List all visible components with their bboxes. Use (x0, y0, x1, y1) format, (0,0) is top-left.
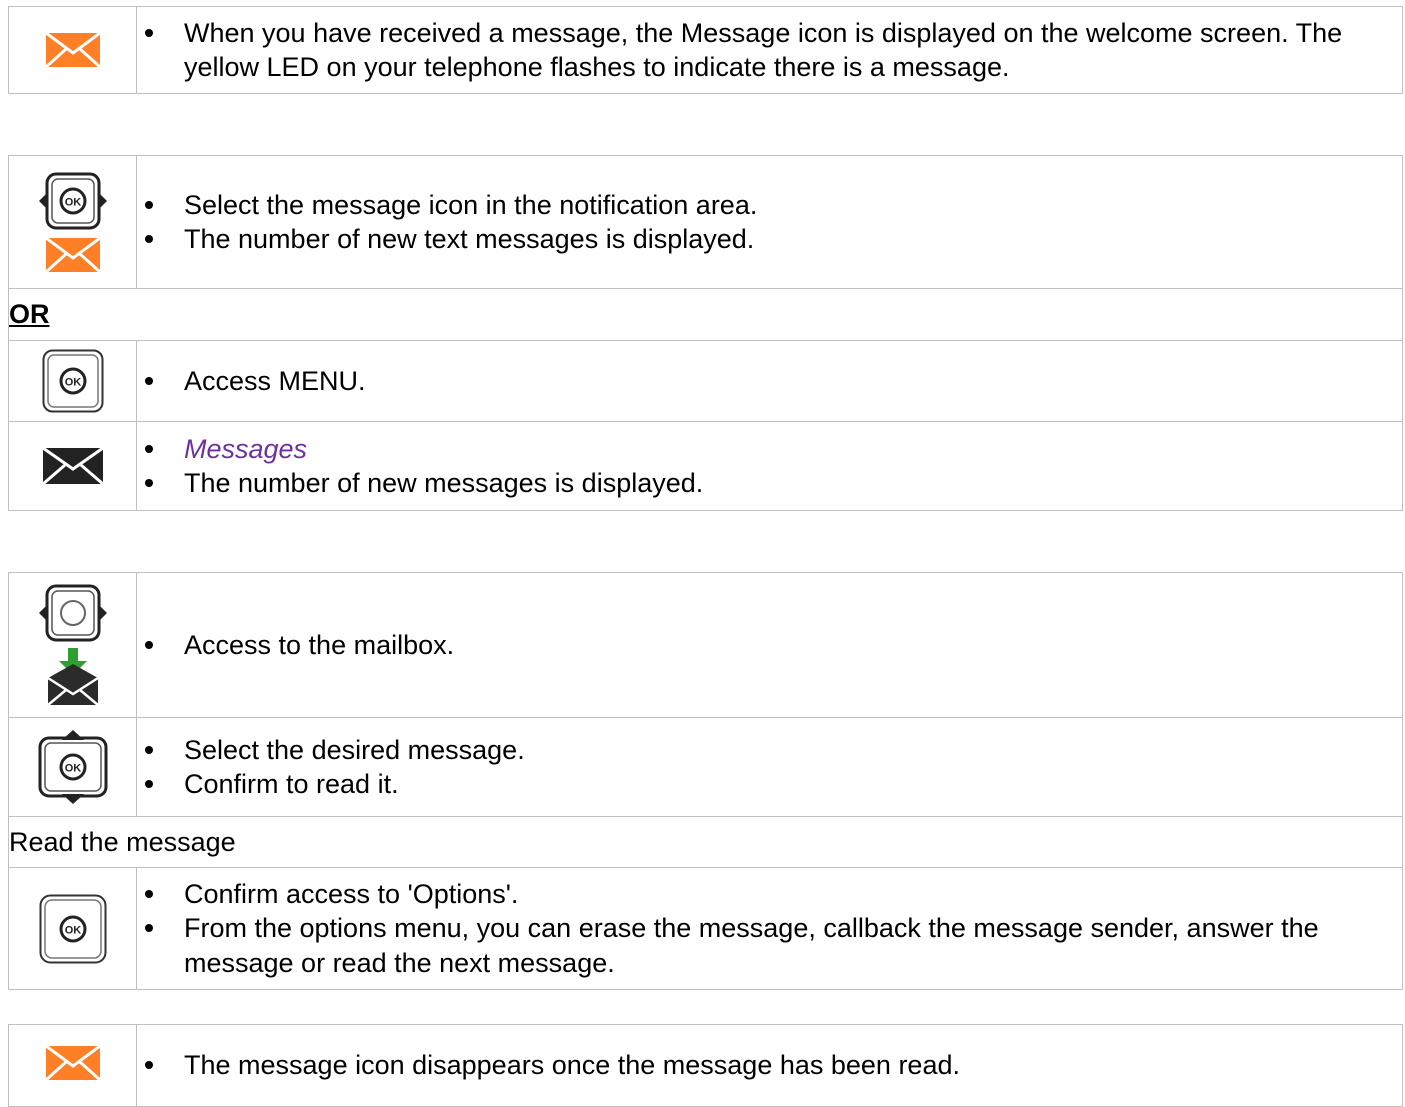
table-row: OR (8, 288, 1403, 341)
list-item: Confirm to read it. (145, 767, 1402, 802)
envelope-black-icon (42, 448, 103, 484)
bullet-list: Select the message icon in the notificat… (137, 188, 1402, 257)
ok-navigator-left-right-icon: OK (38, 172, 107, 230)
table-row: OK Select the desired message. Confirm t… (8, 717, 1403, 817)
bullet-list: Messages The number of new messages is d… (137, 432, 1402, 501)
svg-text:OK: OK (64, 924, 81, 936)
navigator-left-right-icon (38, 584, 107, 642)
list-item: The number of new text messages is displ… (145, 222, 1402, 257)
message-read-table: The message icon disappears once the mes… (8, 1024, 1403, 1107)
read-message-table: Access to the mailbox. OK Select the des… (8, 572, 1403, 990)
bullet-list: Access MENU. (137, 364, 1402, 399)
icon-cell: OK (8, 717, 137, 817)
text-cell: When you have received a message, the Me… (136, 6, 1403, 94)
list-item: Messages (145, 432, 1402, 467)
icon-cell (8, 1024, 137, 1107)
list-item: When you have received a message, the Me… (145, 16, 1402, 85)
ok-navigator-up-down-icon: OK (38, 730, 107, 804)
bullet-list: Select the desired message. Confirm to r… (137, 733, 1402, 802)
bullet-list: When you have received a message, the Me… (137, 16, 1402, 85)
svg-text:OK: OK (64, 763, 81, 775)
text-cell: Messages The number of new messages is d… (136, 421, 1403, 511)
text-cell: Access MENU. (136, 340, 1403, 422)
table-row: Access to the mailbox. (8, 572, 1403, 718)
icon-cell (8, 6, 137, 94)
list-item: Confirm access to 'Options'. (145, 877, 1402, 912)
icon-cell: OK (8, 340, 137, 422)
table-row: Read the message (8, 816, 1403, 868)
or-label: OR (9, 299, 50, 329)
text-cell: Access to the mailbox. (136, 572, 1403, 718)
text-cell: Select the message icon in the notificat… (136, 155, 1403, 289)
list-item: From the options menu, you can erase the… (145, 911, 1402, 980)
bullet-list: The message icon disappears once the mes… (137, 1048, 1402, 1083)
ok-key-icon: OK (42, 349, 103, 413)
list-item: Access to the mailbox. (145, 628, 1402, 663)
table-row: OK Confirm access to 'Options'. From the… (8, 867, 1403, 990)
bullet-list: Access to the mailbox. (137, 628, 1402, 663)
icon-cell: OK (8, 867, 137, 990)
ok-key-icon: OK (39, 894, 106, 963)
table-row: OK Access MENU. (8, 340, 1403, 422)
table-row: OK Select the message icon in the notifi… (8, 155, 1403, 289)
open-message-table: OK Select the message icon in the notifi… (8, 155, 1403, 511)
list-item: The message icon disappears once the mes… (145, 1048, 1402, 1083)
table-row: When you have received a message, the Me… (8, 6, 1403, 94)
list-item: The number of new messages is displayed. (145, 466, 1402, 501)
list-item: Select the message icon in the notificat… (145, 188, 1402, 223)
mailbox-download-icon (46, 648, 99, 706)
text-cell: Select the desired message. Confirm to r… (136, 717, 1403, 817)
list-item: Select the desired message. (145, 733, 1402, 768)
envelope-orange-icon (45, 238, 100, 272)
bullet-list: Confirm access to 'Options'. From the op… (137, 877, 1402, 981)
icon-cell (8, 421, 137, 511)
message-notification-table: When you have received a message, the Me… (8, 6, 1403, 94)
envelope-orange-icon (45, 33, 100, 67)
icon-cell (8, 572, 137, 718)
section-label: Read the message (9, 826, 236, 857)
svg-text:OK: OK (64, 197, 81, 209)
table-row: Messages The number of new messages is d… (8, 421, 1403, 511)
list-item: Access MENU. (145, 364, 1402, 399)
svg-text:OK: OK (64, 377, 81, 389)
messages-menu-label: Messages (184, 433, 308, 464)
envelope-orange-icon (45, 1046, 100, 1080)
table-row: The message icon disappears once the mes… (8, 1024, 1403, 1107)
icon-cell: OK (8, 155, 137, 289)
text-cell: Confirm access to 'Options'. From the op… (136, 867, 1403, 990)
text-cell: The message icon disappears once the mes… (136, 1024, 1403, 1107)
or-cell: OR (8, 288, 1403, 341)
section-label-cell: Read the message (8, 816, 1403, 868)
